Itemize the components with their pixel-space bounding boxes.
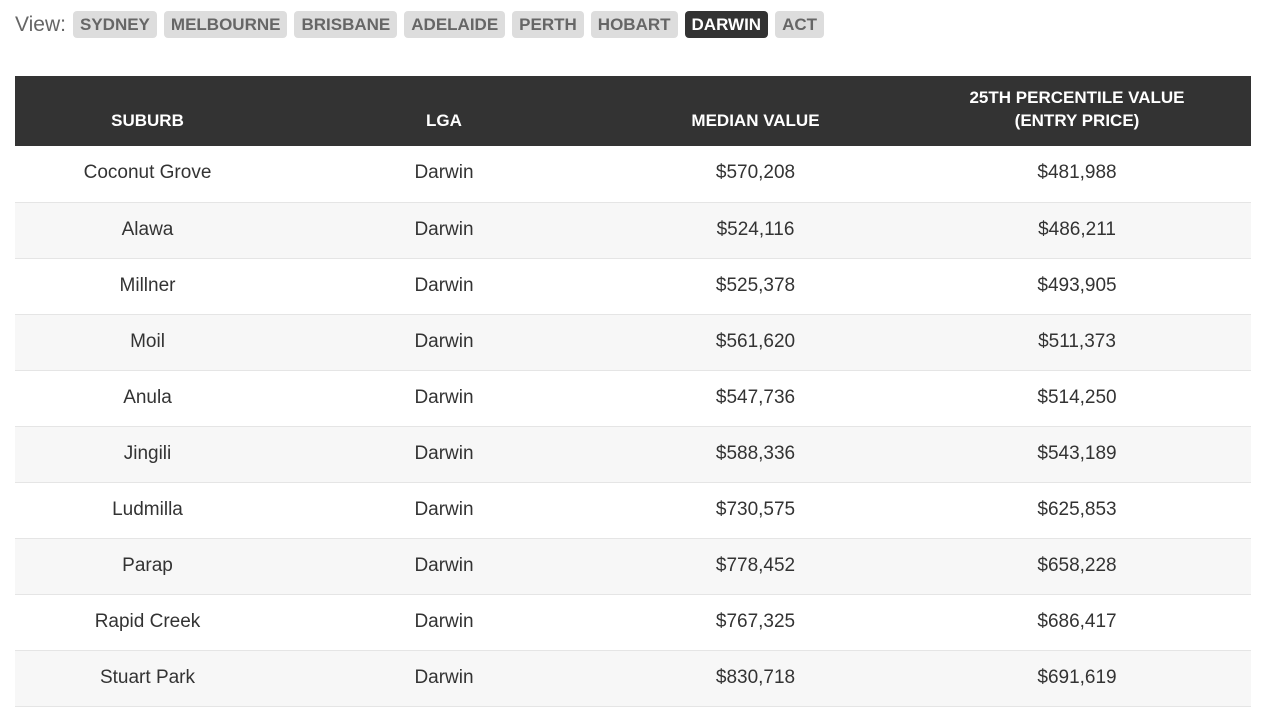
cell-25th-percentile-value: $481,988 xyxy=(1037,162,1117,184)
cell-25th-percentile-value: $514,250 xyxy=(1037,386,1117,408)
table-row: Jingili Darwin $588,336 $543,189 xyxy=(15,426,1251,482)
cell-median-value: $561,620 xyxy=(715,330,796,352)
suburb-table-container: SUBURB LGA MEDIAN VALUE 25TH PERCENTILE … xyxy=(15,76,1251,707)
city-view-selector: View: SYDNEY MELBOURNE BRISBANE ADELAIDE PER… xyxy=(15,11,831,38)
header-lga[interactable]: LGA xyxy=(280,76,608,146)
header-25th-percentile-value[interactable]: 25TH PERCENTILE VALUE (ENTRY PRICE) xyxy=(903,76,1251,146)
cell-median-value: $830,718 xyxy=(715,666,796,688)
table-row: Millner Darwin $525,378 $493,905 xyxy=(15,258,1251,314)
cell-25th-percentile-value: $486,211 xyxy=(1038,218,1116,240)
cell-suburb: Stuart Park xyxy=(99,666,196,688)
cell-suburb: Coconut Grove xyxy=(83,162,212,184)
cell-25th-percentile-value: $543,189 xyxy=(1037,442,1117,464)
cell-25th-percentile-value: $493,905 xyxy=(1037,274,1117,296)
header-25th-percentile-line1: 25TH PERCENTILE VALUE xyxy=(969,88,1185,107)
table-row: Stuart Park Darwin $830,718 $691,619 xyxy=(15,650,1251,706)
table-row: Ludmilla Darwin $730,575 $625,853 xyxy=(15,482,1251,538)
cell-median-value: $524,116 xyxy=(716,218,795,240)
suburb-price-table: SUBURB LGA MEDIAN VALUE 25TH PERCENTILE … xyxy=(15,76,1251,707)
table-body: Coconut Grove Darwin $570,208 $481,988 Alawa… xyxy=(15,146,1251,706)
cell-lga: Darwin xyxy=(414,330,474,352)
city-button-sydney[interactable]: SYDNEY xyxy=(72,11,157,38)
cell-suburb: Millner xyxy=(119,274,176,296)
table-row: Anula Darwin $547,736 $514,250 xyxy=(15,370,1251,426)
cell-lga: Darwin xyxy=(414,666,474,688)
table-row: Coconut Grove Darwin $570,208 $481,988 xyxy=(15,146,1251,202)
cell-25th-percentile-value: $691,619 xyxy=(1037,666,1117,688)
table-row: Alawa Darwin $524,116 $486,211 xyxy=(15,202,1251,258)
cell-suburb: Rapid Creek xyxy=(94,610,201,632)
cell-median-value: $525,378 xyxy=(715,274,796,296)
city-button-perth[interactable]: PERTH xyxy=(512,11,584,38)
city-button-darwin[interactable]: DARWIN xyxy=(684,11,769,38)
cell-25th-percentile-value: $625,853 xyxy=(1037,498,1117,520)
city-button-list: SYDNEY MELBOURNE BRISBANE ADELAIDE PERTH HOBA… xyxy=(72,11,831,38)
cell-median-value: $547,736 xyxy=(715,386,796,408)
cell-lga: Darwin xyxy=(414,218,474,240)
cell-25th-percentile-value: $658,228 xyxy=(1037,554,1117,576)
cell-lga: Darwin xyxy=(414,274,474,296)
cell-lga: Darwin xyxy=(414,162,474,184)
table-row: Parap Darwin $778,452 $658,228 xyxy=(15,538,1251,594)
city-button-melbourne[interactable]: MELBOURNE xyxy=(163,11,288,38)
cell-lga: Darwin xyxy=(414,554,474,576)
cell-suburb: Jingili xyxy=(123,442,172,464)
header-median-value[interactable]: MEDIAN VALUE xyxy=(608,76,903,146)
view-label: View: xyxy=(15,13,66,36)
cell-25th-percentile-value: $511,373 xyxy=(1038,330,1116,352)
cell-lga: Darwin xyxy=(414,498,474,520)
cell-suburb: Anula xyxy=(123,386,172,408)
city-button-brisbane[interactable]: BRISBANE xyxy=(294,11,398,38)
cell-suburb: Moil xyxy=(130,330,165,352)
table-header-row: SUBURB LGA MEDIAN VALUE 25TH PERCENTILE … xyxy=(15,76,1251,146)
cell-lga: Darwin xyxy=(414,610,474,632)
cell-suburb: Ludmilla xyxy=(112,498,183,520)
cell-suburb: Parap xyxy=(122,554,173,576)
cell-median-value: $730,575 xyxy=(715,498,796,520)
cell-suburb: Alawa xyxy=(121,218,174,240)
table-row: Moil Darwin $561,620 $511,373 xyxy=(15,314,1251,370)
cell-median-value: $778,452 xyxy=(715,554,796,576)
cell-median-value: $767,325 xyxy=(715,610,796,632)
cell-median-value: $588,336 xyxy=(715,442,796,464)
header-25th-percentile-line2: (ENTRY PRICE) xyxy=(1014,111,1140,130)
cell-lga: Darwin xyxy=(414,386,474,408)
city-button-adelaide[interactable]: ADELAIDE xyxy=(404,11,506,38)
city-button-act[interactable]: ACT xyxy=(775,11,825,38)
cell-lga: Darwin xyxy=(414,442,474,464)
city-button-hobart[interactable]: HOBART xyxy=(590,11,678,38)
table-row: Rapid Creek Darwin $767,325 $686,417 xyxy=(15,594,1251,650)
header-suburb[interactable]: SUBURB xyxy=(15,76,280,146)
cell-median-value: $570,208 xyxy=(715,162,796,184)
table-header: SUBURB LGA MEDIAN VALUE 25TH PERCENTILE … xyxy=(15,76,1251,146)
cell-25th-percentile-value: $686,417 xyxy=(1037,610,1117,632)
